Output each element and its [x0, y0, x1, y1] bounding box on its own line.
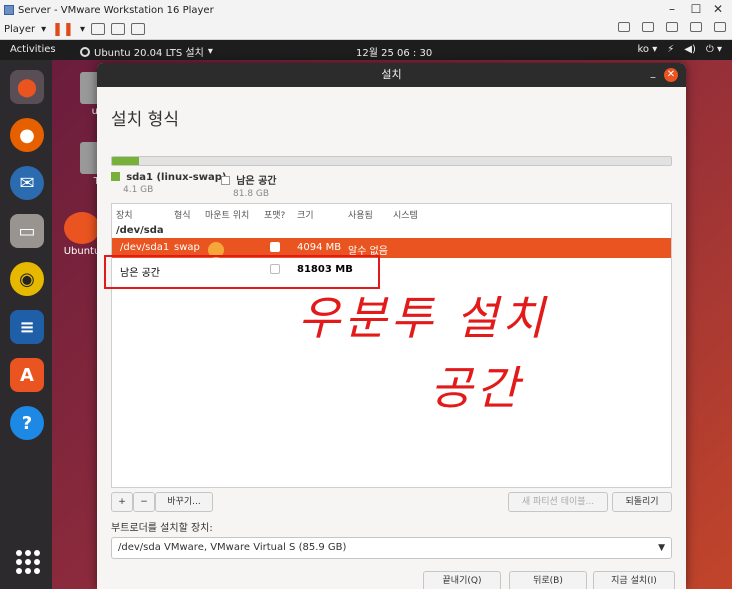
activities-button[interactable]: Activities	[10, 44, 56, 55]
rhythmbox-icon[interactable]: ◉	[10, 262, 44, 296]
pause-icon[interactable]: ❚❚	[52, 22, 74, 37]
chevron-down-icon: ▾	[207, 46, 213, 57]
legend-swap: sda1 (linux-swap) 4.1 GB	[111, 172, 226, 195]
bootloader-label: 부트로더를 설치할 장치:	[111, 523, 213, 534]
device-icon-3[interactable]	[666, 22, 678, 32]
clock[interactable]: 12월 25 06 : 30	[356, 44, 432, 59]
device-icon-5[interactable]	[714, 22, 726, 32]
column-header[interactable]: 형식	[174, 208, 191, 221]
change-partition-button[interactable]: 바꾸기...	[155, 492, 213, 512]
vmware-title: Server - VMware Workstation 16 Player	[4, 3, 214, 17]
remove-partition-button[interactable]: −	[133, 492, 155, 512]
column-header[interactable]: 사용됨	[348, 208, 373, 221]
fullscreen-icon[interactable]	[110, 23, 125, 35]
gnome-topbar: Activities Ubuntu 20.04 LTS 설치 ▾ 12월 25 …	[0, 40, 732, 60]
close-icon[interactable]: ✕	[664, 68, 678, 82]
legend-swatch	[221, 176, 230, 185]
column-header[interactable]: 장치	[116, 208, 133, 221]
table-header: 장치 형식 마운트 위치 포맷? 크기 사용됨 시스템	[112, 208, 671, 222]
dialog-header-title: 설치	[381, 68, 402, 81]
minimize-icon[interactable]: –	[662, 2, 682, 16]
help-icon[interactable]: ?	[10, 406, 44, 440]
device-icon-4[interactable]	[690, 22, 702, 32]
show-applications-icon[interactable]	[16, 550, 40, 574]
app-menu[interactable]: Ubuntu 20.04 LTS 설치 ▾	[80, 44, 213, 59]
vmware-toolbar: Server - VMware Workstation 16 Player – …	[0, 0, 732, 40]
network-icon[interactable]: ⚡	[667, 44, 674, 55]
installer-icon	[64, 212, 100, 244]
device-icon-1[interactable]	[618, 22, 630, 32]
legend-swatch	[111, 172, 120, 181]
app-menu-label: Ubuntu 20.04 LTS 설치	[94, 48, 204, 59]
writer-icon[interactable]: ≡	[10, 310, 44, 344]
format-checkbox[interactable]	[270, 242, 280, 252]
chevron-down-icon: ▼	[658, 543, 665, 553]
page-title: 설치 형식	[111, 110, 179, 130]
partition-usage-bar	[111, 156, 672, 166]
unity-icon[interactable]	[130, 23, 145, 35]
column-header[interactable]: 크기	[297, 208, 314, 221]
column-header[interactable]: 시스템	[393, 208, 418, 221]
column-header[interactable]: 마운트 위치	[205, 208, 249, 221]
quit-button[interactable]: 끝내기(Q)	[423, 571, 501, 589]
firefox-icon[interactable]: ●	[10, 118, 44, 152]
column-header[interactable]: 포맷?	[264, 208, 285, 221]
close-icon[interactable]: ✕	[708, 2, 728, 16]
device-group-label: /dev/sda	[116, 225, 164, 236]
files-icon[interactable]: ▭	[10, 214, 44, 248]
revert-button[interactable]: 되돌리기	[612, 492, 672, 512]
player-menu-arrow-icon[interactable]: ▾	[41, 24, 46, 35]
dock: ⬤ ● ✉ ▭ ◉ ≡ A ?	[0, 60, 52, 589]
volume-icon[interactable]: ◀)	[684, 44, 696, 55]
power-icon[interactable]: ⏻ ▾	[706, 44, 722, 55]
install-now-button[interactable]: 지금 설치(I)	[593, 571, 675, 589]
maximize-icon[interactable]: ☐	[686, 2, 706, 16]
software-icon[interactable]: A	[10, 358, 44, 392]
bootloader-select[interactable]: /dev/sda VMware, VMware Virtual S (85.9 …	[111, 537, 672, 559]
minimize-icon[interactable]: –	[650, 65, 656, 89]
input-method[interactable]: ko ▾	[638, 44, 658, 55]
add-partition-button[interactable]: +	[111, 492, 133, 512]
annotation-text-line2: 공간	[430, 361, 523, 415]
send-ctrl-alt-del-icon[interactable]	[90, 23, 105, 35]
back-button[interactable]: 뒤로(B)	[509, 571, 587, 589]
legend-free: 남은 공간 81.8 GB	[221, 172, 276, 199]
partition-usage-fill	[112, 157, 139, 165]
dialog-header: 설치 – ✕	[97, 63, 686, 87]
thunderbird-icon[interactable]: ✉	[10, 166, 44, 200]
new-partition-table-button[interactable]: 새 파티션 테이블...	[508, 492, 608, 512]
vmware-title-text: Server - VMware Workstation 16 Player	[18, 4, 214, 16]
installer-icon	[80, 46, 90, 57]
device-icon-2[interactable]	[642, 22, 654, 32]
player-menu[interactable]: Player	[4, 24, 35, 35]
annotation-text-line1: 우분투 설치	[298, 291, 549, 345]
ubuntu-installer-icon[interactable]: ⬤	[10, 70, 44, 104]
pause-dropdown-icon[interactable]: ▾	[80, 24, 85, 35]
vmware-logo-icon	[4, 5, 14, 15]
